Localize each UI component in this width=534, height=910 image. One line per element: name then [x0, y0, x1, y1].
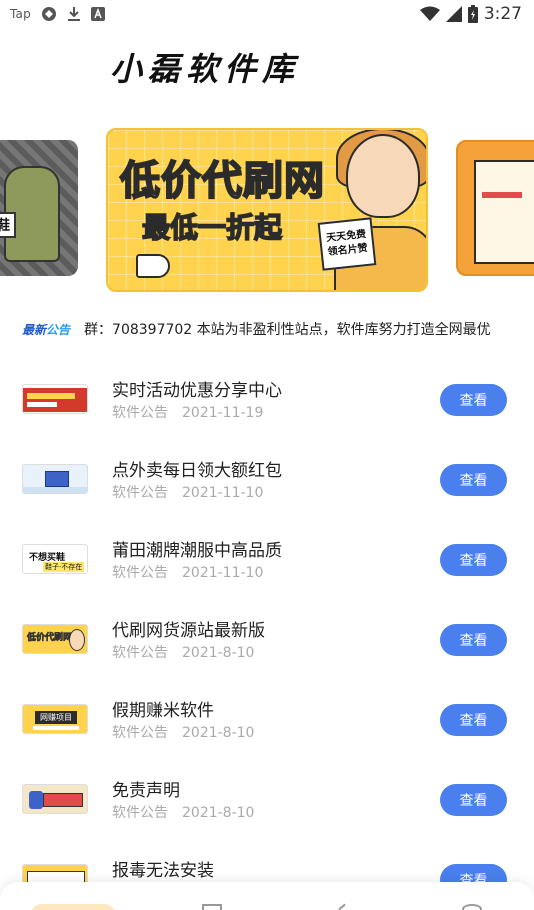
- nav-grid-icon[interactable]: [202, 904, 222, 910]
- list-item-date: 2021-11-10: [182, 485, 264, 501]
- banner-character-face: [346, 134, 420, 218]
- banner-slide-next-bar: [482, 192, 522, 198]
- thumbnail-text: 网赚项目: [35, 711, 77, 724]
- notice-badge: 最新公告: [22, 321, 70, 338]
- list-item-date: 2021-8-10: [182, 725, 255, 741]
- view-button[interactable]: 查看: [440, 384, 507, 416]
- list-item-category: 软件公告: [112, 725, 168, 741]
- nav-edit-icon[interactable]: [332, 904, 352, 910]
- banner-slide-previous[interactable]: 鞋: [0, 140, 78, 276]
- sync-icon: [41, 6, 57, 22]
- banner-carousel[interactable]: 鞋 低价代刷网 最低一折起 天天免费 领名片赞: [0, 128, 534, 292]
- list-item-date: 2021-11-10: [182, 565, 264, 581]
- list-item-meta: 软件公告 2021-11-10: [112, 562, 263, 582]
- view-button[interactable]: 查看: [440, 624, 507, 656]
- list-item-title: 代刷网货源站最新版: [112, 621, 265, 641]
- banner-slide-next-board: [474, 160, 534, 264]
- list-item-date: 2021-8-10: [182, 645, 255, 661]
- list-item[interactable]: 点外卖每日领大额红包 软件公告 2021-11-10 查看: [0, 440, 534, 520]
- list-item-meta: 软件公告 2021-11-19: [112, 402, 263, 422]
- thumbnail-face: [69, 629, 85, 651]
- list-item[interactable]: 低价代刷网 代刷网货源站最新版 软件公告 2021-8-10 查看: [0, 600, 534, 680]
- wifi-icon: [419, 6, 440, 22]
- list-item-meta: 软件公告 2021-8-10: [112, 722, 254, 742]
- list-item-title: 免责声明: [112, 781, 180, 801]
- status-time: 3:27: [483, 4, 522, 24]
- notice-badge-accent: 公告: [46, 322, 71, 337]
- app-title: 小磊软件库: [110, 50, 301, 88]
- notice-marquee[interactable]: 最新公告 群：708397702 本站为非盈利性站点，软件库努力打造全网最优: [22, 318, 534, 340]
- list-item[interactable]: 不想买鞋 鞋子·不存在 莆田潮牌潮服中高品质 软件公告 2021-11-10 查看: [0, 520, 534, 600]
- list-item-thumbnail: [22, 784, 88, 814]
- view-button[interactable]: 查看: [440, 544, 507, 576]
- list-item-title: 实时活动优惠分享中心: [112, 381, 282, 401]
- thumbnail-subtext: 鞋子·不存在: [43, 562, 85, 572]
- list-item-meta: 软件公告 2021-8-10: [112, 802, 254, 822]
- megaphone-icon: [136, 254, 170, 278]
- bottom-navigation: [0, 882, 534, 910]
- font-icon: [90, 7, 105, 21]
- nav-item-home[interactable]: [30, 904, 116, 910]
- banner-title: 低价代刷网: [119, 157, 325, 205]
- thumbnail-text: 低价代刷网: [27, 633, 73, 644]
- list-item-title: 假期赚米软件: [112, 701, 214, 721]
- list-item-thumbnail: [22, 464, 88, 494]
- notice-badge-main: 最新: [22, 322, 47, 337]
- banner-card: 天天免费 领名片赞: [317, 217, 377, 271]
- list-item-meta: 软件公告 2021-8-10: [112, 642, 254, 662]
- view-button[interactable]: 查看: [440, 784, 507, 816]
- banner-slide-next[interactable]: [456, 140, 534, 276]
- nav-profile-icon[interactable]: [462, 904, 482, 910]
- view-button[interactable]: 查看: [440, 464, 507, 496]
- download-icon: [67, 6, 81, 22]
- list-item[interactable]: 网赚项目 假期赚米软件 软件公告 2021-8-10 查看: [0, 680, 534, 760]
- notice-text: 群：708397702 本站为非盈利性站点，软件库努力打造全网最优: [84, 322, 491, 338]
- banner-subtitle: 最低一折起: [141, 210, 283, 245]
- list-item-title: 报毒无法安装: [112, 861, 214, 881]
- list-item-date: 2021-11-19: [182, 405, 264, 421]
- signal-icon: [445, 6, 462, 22]
- list-item-category: 软件公告: [112, 485, 168, 501]
- list-item-date: 2021-8-10: [182, 805, 255, 821]
- list-item-thumbnail: 不想买鞋 鞋子·不存在: [22, 544, 88, 574]
- view-button[interactable]: 查看: [440, 704, 507, 736]
- status-app-label: Tap: [10, 7, 31, 21]
- banner-slide-current[interactable]: 低价代刷网 最低一折起 天天免费 领名片赞: [106, 128, 428, 292]
- announcement-list: 实时活动优惠分享中心 软件公告 2021-11-19 查看 点外卖每日领大额红包 …: [0, 360, 534, 910]
- banner-card-line2: 领名片赞: [327, 242, 369, 259]
- list-item-category: 软件公告: [112, 405, 168, 421]
- list-item-thumbnail: 网赚项目: [22, 704, 88, 734]
- banner-slide-previous-tag: 鞋: [0, 212, 16, 238]
- list-item-thumbnail: [22, 384, 88, 414]
- list-item-thumbnail: 低价代刷网: [22, 624, 88, 654]
- list-item-meta: 软件公告 2021-11-10: [112, 482, 263, 502]
- list-item[interactable]: 免责声明 软件公告 2021-8-10 查看: [0, 760, 534, 840]
- list-item[interactable]: 实时活动优惠分享中心 软件公告 2021-11-19 查看: [0, 360, 534, 440]
- list-item-title: 点外卖每日领大额红包: [112, 461, 282, 481]
- list-item-category: 软件公告: [112, 645, 168, 661]
- battery-icon: [467, 5, 478, 23]
- list-item-title: 莆田潮牌潮服中高品质: [112, 541, 282, 561]
- status-bar: Tap 3:27: [0, 0, 534, 28]
- list-item-category: 软件公告: [112, 565, 168, 581]
- list-item-category: 软件公告: [112, 805, 168, 821]
